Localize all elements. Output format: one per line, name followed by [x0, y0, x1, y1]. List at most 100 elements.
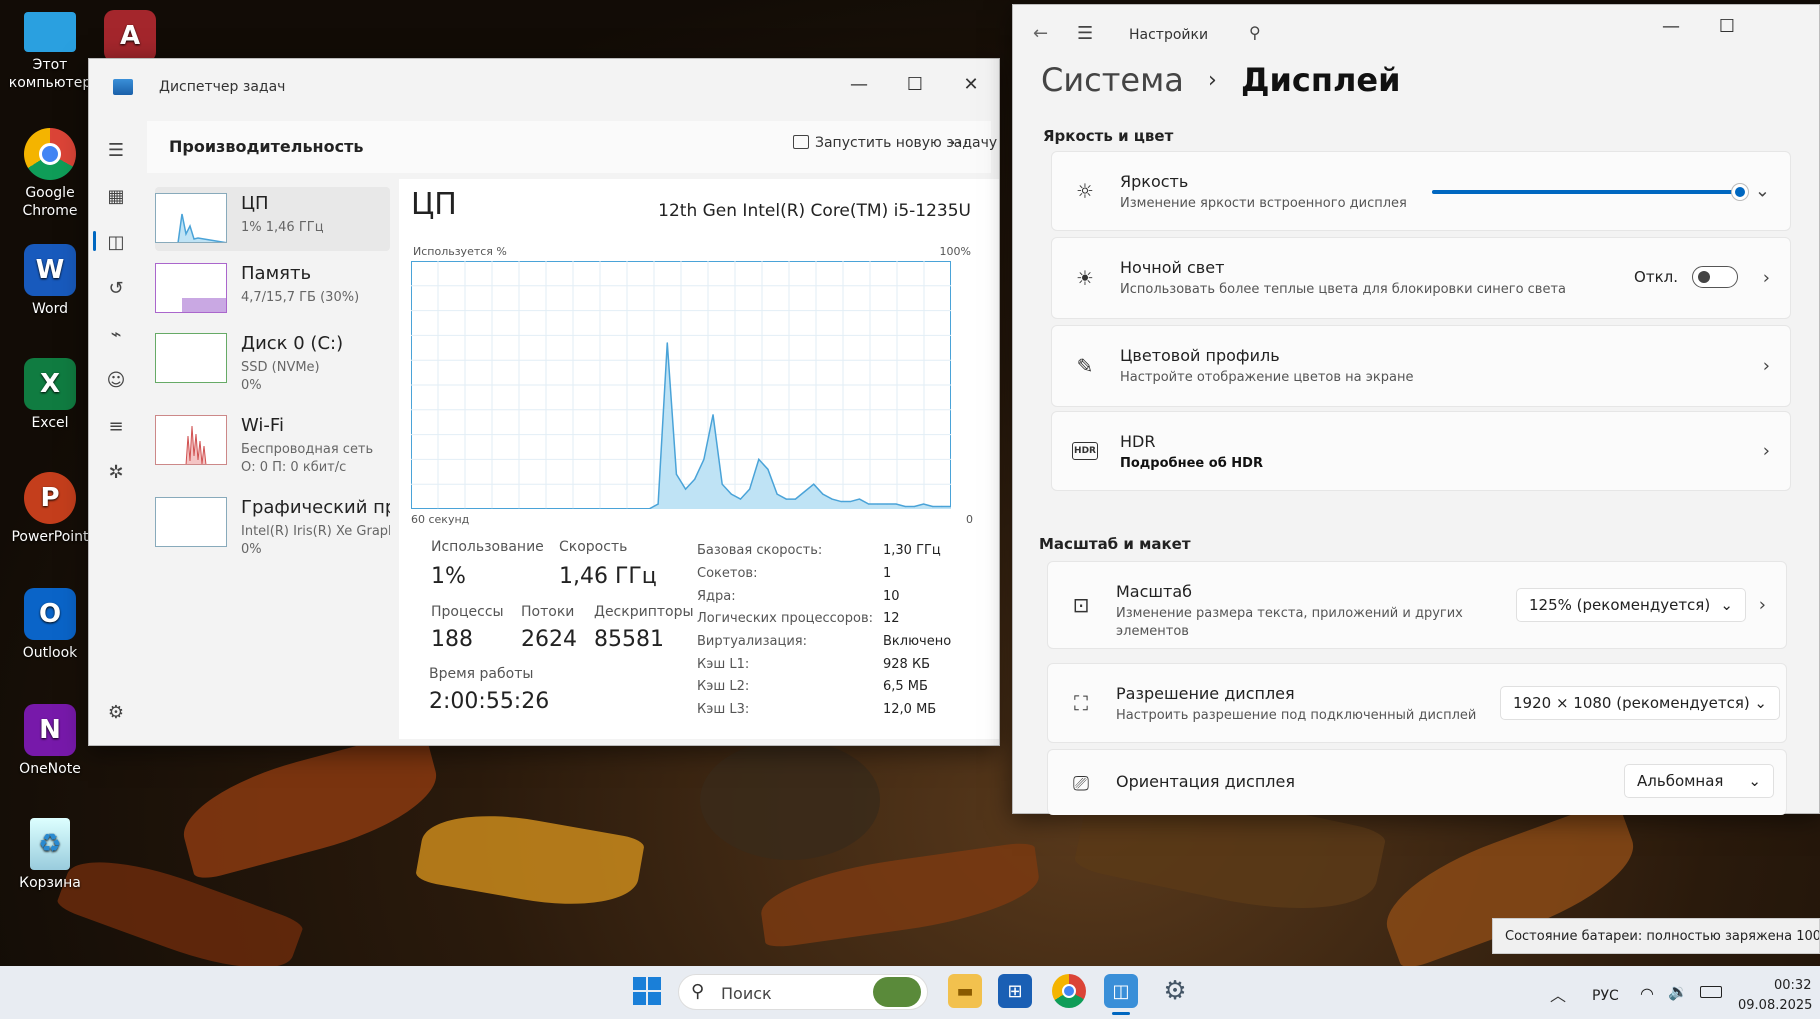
- resolution-dropdown[interactable]: 1920 × 1080 (рекомендуется) ⌄: [1500, 686, 1780, 720]
- app-history-icon[interactable]: ↺: [103, 275, 129, 301]
- chrome-taskbar-button[interactable]: [1052, 974, 1086, 1008]
- settings-taskbar-button[interactable]: ⚙: [1158, 974, 1192, 1008]
- word-icon: W: [24, 244, 76, 296]
- cpu-usage-point: [666, 342, 668, 344]
- night-light-card[interactable]: ☀ Ночной свет Использовать более теплые …: [1051, 237, 1791, 319]
- desktop-icon-word[interactable]: W Word: [8, 244, 92, 318]
- disk-thumbnail: [155, 333, 227, 383]
- hamburger-menu-icon[interactable]: ☰: [103, 137, 129, 163]
- title-bar[interactable]: Диспетчер задач — ☐ ✕: [89, 59, 999, 115]
- show-hidden-icons-button[interactable]: ︿: [1550, 982, 1566, 1006]
- hdr-card[interactable]: HDR HDR Подробнее об HDR ›: [1051, 411, 1791, 491]
- startup-apps-icon[interactable]: ⌁: [103, 321, 129, 347]
- brightness-slider-thumb[interactable]: [1732, 184, 1748, 200]
- night-light-toggle[interactable]: [1692, 266, 1738, 288]
- minimize-button[interactable]: —: [1643, 1, 1699, 51]
- cpu-usage-point: [822, 493, 824, 495]
- settings-gear-icon[interactable]: ⚙: [103, 699, 129, 725]
- perf-item-wifi[interactable]: Wi-Fi Беспроводная сеть О: 0 П: 0 кбит/с: [155, 409, 390, 475]
- cpu-usage-point: [858, 498, 861, 500]
- back-button[interactable]: ←: [1033, 23, 1048, 44]
- more-options-button[interactable]: ···: [950, 131, 969, 155]
- chevron-right-icon[interactable]: ›: [1763, 441, 1770, 462]
- breadcrumb-parent[interactable]: Система: [1041, 61, 1184, 99]
- hdr-learn-more-link[interactable]: Подробнее об HDR: [1120, 456, 1263, 471]
- language-indicator[interactable]: РУС: [1592, 988, 1619, 1004]
- scale-card[interactable]: ⊡ Масштаб Изменение размера текста, прил…: [1047, 561, 1787, 649]
- search-icon[interactable]: ⚲: [1249, 23, 1261, 42]
- perf-item-disk[interactable]: Диск 0 (C:) SSD (NVMe) 0%: [155, 327, 390, 393]
- cpu-usage-point: [721, 483, 723, 485]
- cpu-usage-point: [913, 505, 915, 508]
- desktop-icon-chrome[interactable]: Google Chrome: [8, 128, 92, 220]
- cpu-usage-point: [703, 458, 705, 460]
- desktop-icon-onenote[interactable]: N OneNote: [8, 704, 92, 778]
- cpu-usage-point: [758, 458, 760, 460]
- performance-icon[interactable]: ◫: [103, 229, 129, 255]
- spec-value: 928 КБ: [883, 657, 931, 672]
- start-button[interactable]: [630, 974, 664, 1008]
- nav-menu-icon[interactable]: ☰: [1077, 23, 1093, 44]
- chevron-right-icon[interactable]: ›: [1759, 595, 1766, 616]
- desktop-icon-outlook[interactable]: O Outlook: [8, 588, 92, 662]
- resolution-subtitle: Настроить разрешение под подключенный ди…: [1116, 708, 1477, 723]
- uptime-label: Время работы: [429, 666, 534, 682]
- speed-value: 1,46 ГГц: [559, 564, 657, 589]
- scale-icon: ⊡: [1072, 593, 1090, 617]
- chevron-down-icon: ⌄: [1720, 596, 1733, 614]
- chrome-icon: [24, 128, 76, 180]
- night-light-title: Ночной свет: [1120, 258, 1225, 277]
- file-explorer-button[interactable]: ▬: [948, 974, 982, 1008]
- desktop-icon-label: Корзина: [19, 875, 81, 891]
- battery-icon[interactable]: [1700, 986, 1722, 998]
- cpu-usage-point: [657, 503, 659, 505]
- desktop-icon-label: Этот компьютер: [8, 57, 92, 91]
- brightness-title: Яркость: [1120, 172, 1189, 191]
- perf-item-name: Память: [241, 263, 312, 284]
- task-manager-taskbar-button[interactable]: ◫: [1104, 974, 1138, 1008]
- perf-item-cpu[interactable]: ЦП 1% 1,46 ГГц: [155, 187, 390, 251]
- scale-dropdown[interactable]: 125% (рекомендуется) ⌄: [1516, 588, 1746, 622]
- cpu-usage-point: [932, 505, 934, 508]
- processes-icon[interactable]: ▦: [103, 183, 129, 209]
- spec-key: Кэш L3:: [697, 702, 750, 717]
- maximize-button[interactable]: ☐: [1699, 1, 1755, 51]
- brightness-slider[interactable]: [1432, 184, 1748, 200]
- desktop-icon-this-pc[interactable]: Этот компьютер: [8, 12, 92, 92]
- cpu-usage-point: [895, 503, 897, 505]
- maximize-button[interactable]: ☐: [887, 59, 943, 109]
- perf-item-memory[interactable]: Память 4,7/15,7 ГБ (30%): [155, 257, 390, 321]
- taskbar-search[interactable]: ⚲ Поиск: [678, 974, 928, 1010]
- desktop-icon-powerpoint[interactable]: P PowerPoint: [8, 472, 92, 546]
- breadcrumb-separator-icon: ›: [1207, 68, 1217, 93]
- access-icon: A: [104, 10, 156, 62]
- battery-toast[interactable]: Состояние батареи: полностью заряжена 10…: [1492, 918, 1820, 954]
- chevron-right-icon[interactable]: ›: [1763, 268, 1770, 289]
- close-button[interactable]: ✕: [943, 59, 999, 109]
- store-button[interactable]: ⊞: [998, 974, 1032, 1008]
- desktop-icon-recycle-bin[interactable]: ♻ Корзина: [8, 818, 92, 892]
- run-new-task-label: Запустить новую задачу: [815, 135, 998, 151]
- desktop-icon-label: Outlook: [22, 645, 78, 661]
- cpu-usage-point: [739, 498, 742, 500]
- task-manager-window: Диспетчер задач — ☐ ✕ ☰ ▦ ◫ ↺ ⌁ ☺ ≡ ✲ ⚙ …: [88, 58, 1000, 746]
- perf-item-gpu[interactable]: Графический прс Intel(R) Iris(R) Xe Grap…: [155, 491, 390, 555]
- clock-time[interactable]: 00:32: [1774, 978, 1811, 993]
- section-brightness-color: Яркость и цвет: [1043, 127, 1174, 145]
- color-profile-card[interactable]: ✎ Цветовой профиль Настройте отображение…: [1051, 325, 1791, 407]
- processes-value: 188: [431, 627, 473, 652]
- desktop-icon-excel[interactable]: X Excel: [8, 358, 92, 432]
- chevron-down-icon[interactable]: ⌄: [1755, 181, 1770, 202]
- minimize-button[interactable]: —: [831, 59, 887, 109]
- onenote-icon: N: [24, 704, 76, 756]
- settings-window: ← ☰ Настройки ⚲ — ☐ Система › Дисплей Яр…: [1012, 1, 1820, 815]
- wifi-icon[interactable]: ◠: [1640, 984, 1654, 1003]
- clock-date[interactable]: 09.08.2025: [1738, 998, 1812, 1013]
- chevron-right-icon[interactable]: ›: [1763, 356, 1770, 377]
- desktop-icon-label: Word: [32, 301, 68, 317]
- volume-icon[interactable]: 🔉: [1668, 982, 1688, 1001]
- users-icon[interactable]: ☺: [103, 367, 129, 393]
- services-icon[interactable]: ✲: [103, 459, 129, 485]
- orientation-dropdown[interactable]: Альбомная ⌄: [1624, 764, 1774, 798]
- details-icon[interactable]: ≡: [103, 413, 129, 439]
